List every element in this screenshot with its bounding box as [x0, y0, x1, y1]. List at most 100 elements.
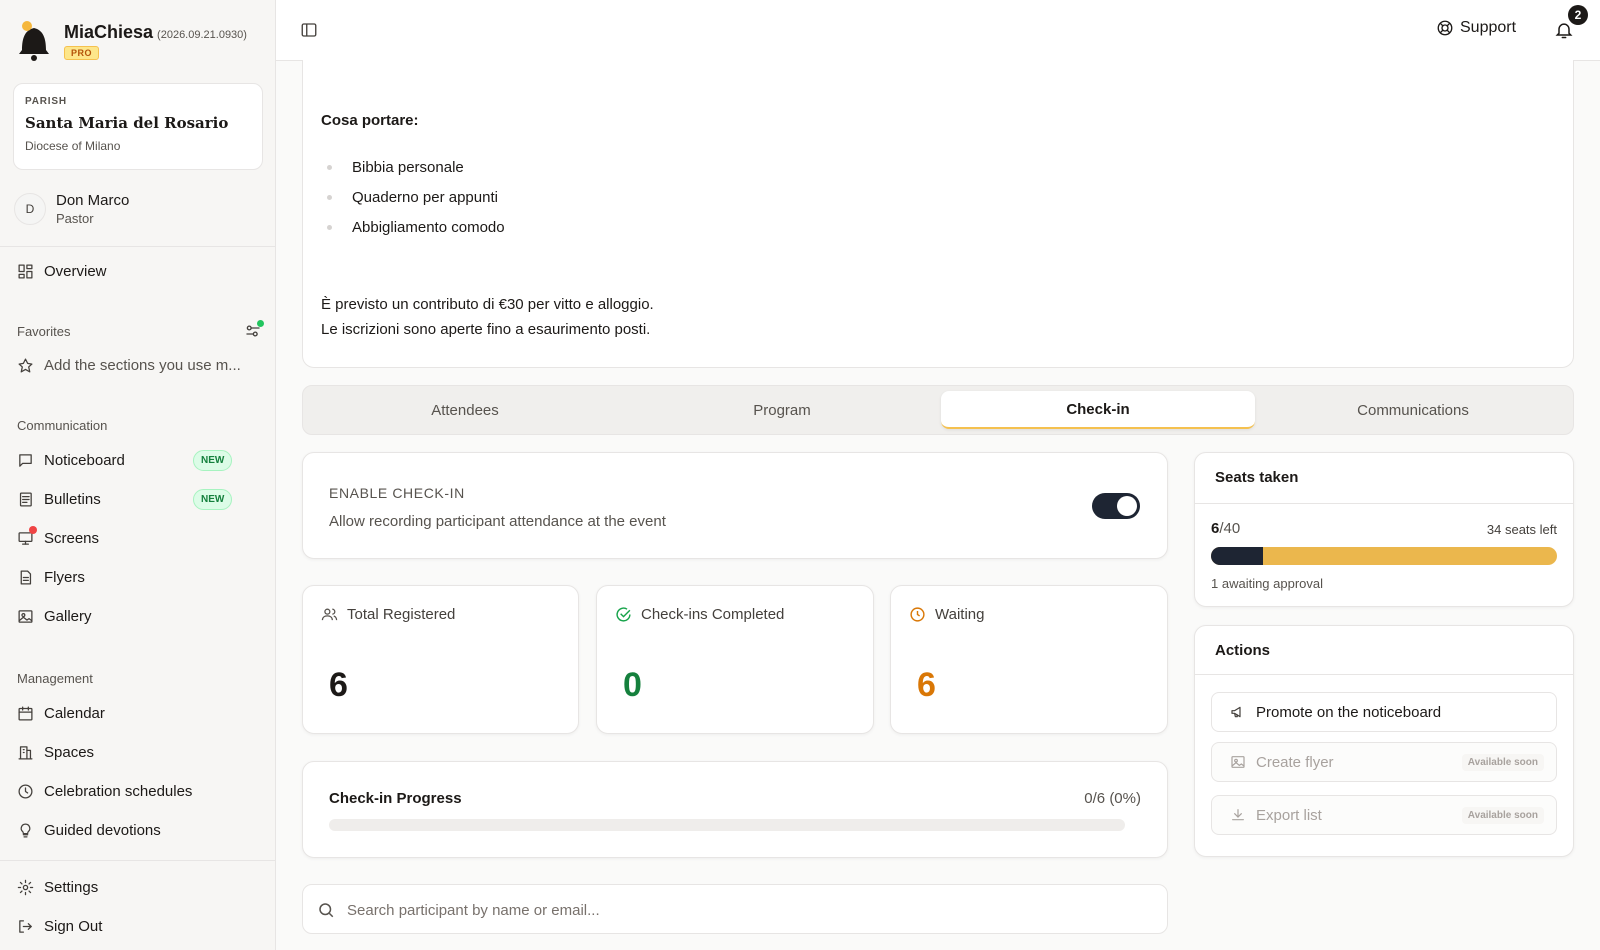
monitor-icon [17, 525, 37, 547]
stat-value: 0 [623, 666, 642, 704]
favorites-settings-icon[interactable] [244, 320, 264, 340]
sidebar-item-sign-out[interactable]: Sign Out [17, 913, 262, 939]
search-input[interactable] [347, 895, 1147, 925]
seats-fill [1211, 547, 1263, 565]
communication-label: Communication [17, 418, 108, 433]
sidebar-item-label: Celebration schedules [44, 782, 193, 800]
sidebar-item-flyers[interactable]: Flyers [17, 564, 262, 590]
sidebar-toggle-icon[interactable] [300, 21, 318, 39]
sidebar-item-label: Bulletins [44, 490, 101, 508]
favorites-hint-label: Add the sections you use m... [44, 356, 241, 374]
clock-icon [17, 783, 34, 800]
tab-communications[interactable]: Communications [1256, 391, 1570, 429]
parish-card[interactable]: PARISH Santa Maria del Rosario Diocese o… [13, 83, 263, 170]
create-flyer-button[interactable]: Create flyer Available soon [1211, 742, 1557, 782]
stat-value: 6 [329, 666, 348, 704]
list-item: Abbigliamento comodo [321, 212, 505, 242]
sidebar-item-label: Guided devotions [44, 821, 161, 839]
tab-program[interactable]: Program [625, 391, 939, 429]
tab-attendees[interactable]: Attendees [308, 391, 622, 429]
user-role: Pastor [56, 211, 94, 226]
export-list-button[interactable]: Export list Available soon [1211, 795, 1557, 835]
check-circle-icon [616, 607, 631, 622]
sidebar-item-calendar[interactable]: Calendar [17, 700, 262, 726]
user-profile[interactable]: D Don Marco Pastor [14, 192, 129, 226]
available-soon-badge: Available soon [1461, 806, 1544, 824]
list-item: Quaderno per appunti [321, 182, 505, 212]
available-soon-badge: Available soon [1461, 753, 1544, 771]
sidebar: MiaChiesa (2026.09.21.0930) PRO PARISH Sa… [0, 0, 276, 950]
sidebar-item-label: Overview [44, 262, 107, 280]
top-header: Support 2 [276, 0, 1600, 61]
sidebar-item-gallery[interactable]: Gallery [17, 603, 262, 629]
favorites-label: Favorites [17, 324, 71, 339]
stat-label: Check-ins Completed [615, 606, 784, 623]
event-tabs: Attendees Program Check-in Communication… [302, 385, 1574, 435]
gear-icon [17, 879, 34, 896]
seats-left: 34 seats left [1486, 522, 1557, 537]
image-icon [17, 608, 34, 625]
stat-label: Waiting [909, 606, 984, 623]
participant-search [302, 884, 1168, 934]
actions-card: Actions Promote on the noticeboard Creat… [1194, 625, 1574, 857]
promote-label: Promote on the noticeboard [1256, 703, 1442, 721]
toggle-knob [1117, 496, 1137, 516]
sidebar-divider [0, 860, 275, 861]
description-paragraph: Le iscrizioni sono aperte fino a esaurim… [321, 321, 651, 338]
description-list: Bibbia personale Quaderno per appunti Ab… [321, 152, 505, 242]
clock-icon [910, 607, 925, 622]
description-paragraph: È previsto un contributo di €30 per vitt… [321, 296, 654, 313]
checkin-toggle[interactable] [1092, 493, 1140, 519]
search-icon [319, 903, 334, 918]
parish-name: Santa Maria del Rosario [25, 114, 229, 132]
bell-logo-icon [16, 18, 52, 62]
checkin-title: ENABLE CHECK-IN [329, 485, 465, 501]
sidebar-item-celebration-schedules[interactable]: Celebration schedules [17, 778, 262, 804]
sidebar-item-overview[interactable]: Overview [17, 258, 262, 284]
avatar: D [14, 193, 46, 225]
file-icon [17, 569, 34, 586]
create-flyer-label: Create flyer [1256, 753, 1334, 771]
stat-total-registered: Total Registered 6 [302, 585, 579, 734]
favorites-hint[interactable]: Add the sections you use m... [17, 352, 262, 378]
progress-bar [329, 819, 1125, 831]
lightbulb-icon [17, 822, 34, 839]
seats-taken-card: Seats taken 6/40 34 seats left 1 awaitin… [1194, 452, 1574, 607]
sidebar-item-label: Settings [44, 878, 99, 896]
sidebar-item-guided-devotions[interactable]: Guided devotions [17, 817, 262, 843]
image-icon [1231, 756, 1245, 768]
brand[interactable]: MiaChiesa (2026.09.21.0930) PRO [16, 18, 247, 62]
progress-count: 0/6 (0%) [1084, 790, 1141, 807]
sidebar-item-settings[interactable]: Settings [17, 874, 262, 900]
support-label: Support [1460, 19, 1517, 36]
sidebar-item-label: Gallery [44, 607, 92, 625]
brand-name: MiaChiesa [64, 22, 154, 42]
parish-diocese: Diocese of Milano [25, 139, 121, 153]
panel-divider [1195, 503, 1573, 504]
sidebar-divider [0, 246, 275, 247]
calendar-icon [17, 705, 34, 722]
stat-label: Total Registered [321, 606, 455, 623]
user-name: Don Marco [56, 192, 130, 209]
sidebar-item-label: Noticeboard [44, 451, 125, 469]
tab-check-in[interactable]: Check-in [941, 391, 1255, 429]
description-heading: Cosa portare: [321, 112, 419, 129]
sidebar-item-spaces[interactable]: Spaces [17, 739, 262, 765]
stat-checkins-completed: Check-ins Completed 0 [596, 585, 874, 734]
checkin-progress-card: Check-in Progress 0/6 (0%) [302, 761, 1168, 858]
brand-version: (2026.09.21.0930) [157, 29, 247, 41]
sidebar-item-bulletins[interactable]: Bulletins NEW [17, 486, 262, 512]
message-icon [17, 452, 34, 469]
support-button[interactable]: Support [1436, 19, 1516, 37]
panel-divider [1195, 674, 1573, 675]
enable-checkin-card: ENABLE CHECK-IN Allow recording particip… [302, 452, 1168, 559]
pro-badge: PRO [64, 46, 100, 60]
sidebar-item-noticeboard[interactable]: Noticeboard NEW [17, 447, 262, 473]
lifebuoy-icon [1437, 20, 1453, 36]
logout-icon [17, 918, 34, 935]
megaphone-icon [1231, 706, 1241, 718]
promote-button[interactable]: Promote on the noticeboard [1211, 692, 1557, 732]
sidebar-item-screens[interactable]: Screens [17, 525, 262, 551]
grid-icon [17, 263, 34, 280]
stat-value: 6 [917, 666, 936, 704]
